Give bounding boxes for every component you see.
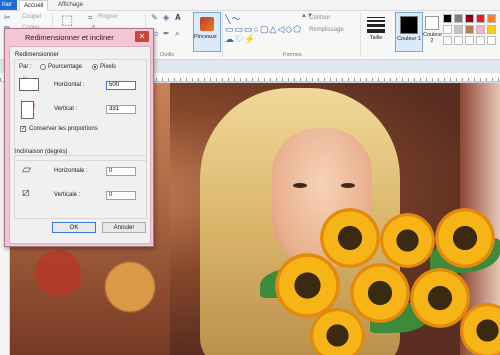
shapes-gallery[interactable]: ╲〜▭▭▭○▢△◁◇⬠⬡⬢➝⬅⬆⬇✦✶✷▭◯▭☁♡⚡ bbox=[225, 14, 301, 48]
skew-vertical-label: Verticale : bbox=[54, 192, 81, 198]
fill-icon[interactable]: ◈ bbox=[163, 13, 169, 22]
skew-group bbox=[14, 155, 147, 219]
palette-swatch[interactable] bbox=[487, 25, 496, 34]
brushes-label: Pinceaux bbox=[194, 34, 217, 40]
ribbon-tab-bar: hier Accueil Affichage bbox=[0, 0, 500, 11]
close-button[interactable]: ✕ bbox=[135, 31, 149, 42]
group-label-outils: Outils bbox=[160, 52, 175, 58]
cut-icon: ✂ bbox=[4, 13, 11, 22]
brushes-button[interactable]: Pinceaux bbox=[193, 12, 221, 52]
palette-swatch[interactable] bbox=[465, 25, 474, 34]
tab-accueil[interactable]: Accueil bbox=[19, 0, 49, 11]
outline-dropdown[interactable]: Contour bbox=[309, 15, 330, 21]
skew-horizontal-label: Horizontale : bbox=[54, 168, 88, 174]
vertical-label: Vertical : bbox=[54, 106, 78, 112]
dialog-titlebar[interactable]: Redimensionner et incliner ✕ bbox=[5, 29, 153, 46]
dialog-body: Redimensionner Par : Pourcentage Pixels … bbox=[9, 46, 151, 244]
color1-label: Couleur 1 bbox=[397, 36, 421, 42]
group-label-formes: Formes bbox=[283, 52, 302, 58]
tab-affichage[interactable]: Affichage bbox=[54, 0, 87, 10]
palette-swatch[interactable] bbox=[443, 36, 452, 45]
radio-pixels-label[interactable]: Pixels bbox=[100, 64, 116, 70]
skew-horizontal-icon: ▱ bbox=[22, 162, 32, 176]
palette-swatch[interactable] bbox=[487, 14, 496, 23]
keep-ratio-label[interactable]: Conserver les proportions bbox=[29, 126, 98, 132]
palette-swatch[interactable] bbox=[454, 36, 463, 45]
palette-swatch[interactable] bbox=[487, 36, 496, 45]
palette-swatch[interactable] bbox=[465, 14, 474, 23]
skew-vertical-icon: ⧄ bbox=[22, 185, 30, 199]
skew-horizontal-input[interactable] bbox=[106, 167, 136, 176]
skew-vertical-input[interactable] bbox=[106, 191, 136, 200]
ok-button[interactable]: OK bbox=[52, 222, 96, 233]
color1-swatch bbox=[400, 16, 418, 34]
right-eye bbox=[341, 183, 355, 188]
color2-label: Couleur 2 bbox=[423, 32, 443, 44]
crop-button[interactable]: Rogner bbox=[98, 14, 118, 20]
horizontal-arrow-icon: ↔ bbox=[22, 74, 28, 80]
sunflower-bouquet bbox=[260, 208, 500, 355]
horizontal-label: Horizontal : bbox=[54, 82, 85, 88]
magnifier-icon[interactable]: ⌕ bbox=[175, 29, 179, 39]
palette-swatch[interactable] bbox=[443, 25, 452, 34]
left-eye bbox=[293, 183, 307, 188]
separator bbox=[360, 13, 361, 57]
tab-fichier[interactable]: hier bbox=[0, 0, 17, 10]
by-label: Par : bbox=[19, 64, 32, 70]
color2-swatch bbox=[425, 16, 439, 30]
fill-dropdown[interactable]: Remplissage bbox=[309, 27, 344, 33]
vertical-input[interactable] bbox=[106, 105, 136, 114]
radio-pixels[interactable] bbox=[92, 64, 98, 70]
cancel-button[interactable]: Annuler bbox=[102, 222, 146, 233]
brush-icon bbox=[200, 17, 214, 31]
vertical-arrow-icon: ↕ bbox=[33, 103, 36, 109]
palette-swatch[interactable] bbox=[454, 14, 463, 23]
horizontal-input[interactable] bbox=[106, 81, 136, 90]
color1-button[interactable]: Couleur 1 bbox=[395, 12, 423, 52]
dialog-title: Redimensionner et incliner bbox=[25, 33, 114, 42]
cut-button[interactable]: Couper bbox=[22, 14, 42, 20]
radio-percent-label[interactable]: Pourcentage bbox=[48, 64, 82, 70]
separator bbox=[222, 13, 223, 57]
crop-icon: ⌗ bbox=[88, 13, 93, 22]
resize-section-label: Redimensionner bbox=[15, 52, 59, 58]
palette-swatch[interactable] bbox=[476, 36, 485, 45]
palette-swatch[interactable] bbox=[465, 36, 474, 45]
keep-ratio-checkbox[interactable]: ✓ bbox=[20, 126, 26, 132]
palette-swatch[interactable] bbox=[476, 14, 485, 23]
select-icon[interactable]: ⬚ bbox=[61, 12, 73, 28]
color2-button[interactable]: Couleur 2 bbox=[423, 12, 443, 50]
palette-swatch[interactable] bbox=[454, 25, 463, 34]
radio-percent[interactable] bbox=[40, 64, 46, 70]
palette-swatch[interactable] bbox=[476, 25, 485, 34]
size-button[interactable]: Taille bbox=[365, 15, 387, 41]
color-picker-icon[interactable]: ✒ bbox=[163, 29, 170, 38]
pencil-icon[interactable]: ✎ bbox=[151, 13, 158, 22]
color-palette[interactable] bbox=[443, 14, 500, 47]
size-lines-icon bbox=[365, 17, 387, 33]
text-icon[interactable]: A bbox=[175, 13, 181, 22]
resize-skew-dialog: Redimensionner et incliner ✕ Redimension… bbox=[4, 28, 154, 247]
size-label: Taille bbox=[369, 35, 383, 41]
palette-swatch[interactable] bbox=[443, 14, 452, 23]
